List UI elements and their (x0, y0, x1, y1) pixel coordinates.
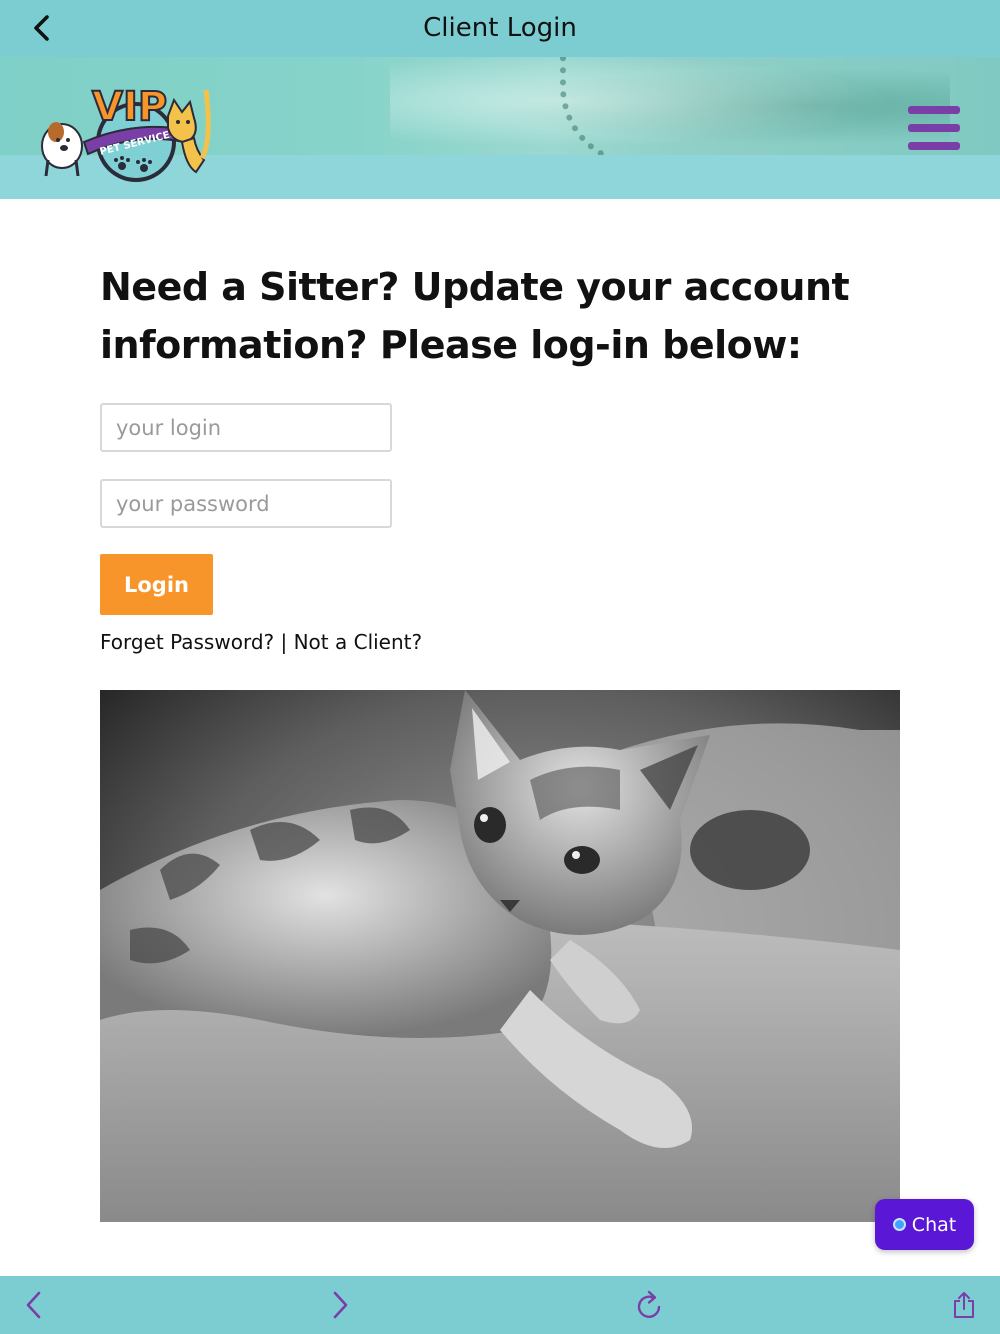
logo-dog (41, 122, 83, 177)
vip-pet-services-logo[interactable]: PET SERVICES VIP (36, 80, 212, 184)
app-bar-title: Client Login (423, 13, 577, 43)
login-field[interactable] (100, 403, 392, 452)
share-button[interactable] (944, 1285, 984, 1325)
logo-graphic: PET SERVICES VIP (41, 83, 211, 182)
logo-cat (167, 89, 211, 174)
share-icon (954, 1292, 974, 1318)
browser-forward-button[interactable] (320, 1285, 360, 1325)
hamburger-menu-icon-bar (908, 142, 960, 150)
main-menu-button[interactable] (904, 104, 964, 152)
login-button[interactable]: Login (100, 554, 213, 615)
account-links: Forget Password? | Not a Client? (100, 630, 422, 654)
link-separator: | (274, 630, 294, 654)
reload-icon (637, 1290, 661, 1318)
chat-status-icon (892, 1218, 906, 1231)
chat-button[interactable]: Chat (875, 1199, 974, 1250)
app-bar: Client Login (0, 0, 1000, 57)
page-heading: Need a Sitter? Update your account infor… (100, 265, 850, 367)
chevron-right-icon (333, 1291, 348, 1319)
reload-button[interactable] (630, 1285, 670, 1325)
kitten-photo (100, 690, 900, 1222)
not-a-client-link[interactable]: Not a Client? (294, 630, 423, 654)
hamburger-menu-icon (908, 106, 960, 114)
forgot-password-link[interactable]: Forget Password? (100, 630, 274, 654)
chat-label: Chat (911, 1213, 957, 1236)
browser-back-button[interactable] (14, 1285, 54, 1325)
hamburger-menu-icon-bar (908, 124, 960, 132)
bottom-toolbar (0, 1276, 1000, 1334)
password-field[interactable] (100, 479, 392, 528)
logo-title: VIP (92, 84, 167, 130)
chevron-left-icon (26, 1291, 41, 1319)
